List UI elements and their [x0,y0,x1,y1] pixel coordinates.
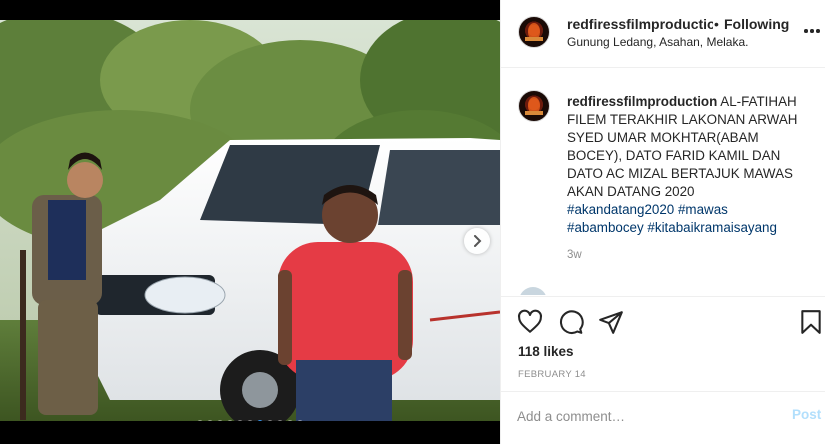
chevron-right-icon [474,235,482,247]
post-date: FEBRUARY 14 [518,369,586,380]
caption-body: AL-FATIHAH FILEM TERAKHIR LAKONAN ARWAH … [567,94,798,199]
location-link[interactable]: Gunung Ledang, Asahan, Melaka. [567,35,748,49]
post-details-panel: redfiressfilmproduction • Following Gunu… [500,0,825,444]
header-separator: • [714,16,719,32]
carousel-next-button[interactable] [464,228,490,254]
post-comment-button[interactable]: Post [792,407,821,422]
caption-timestamp[interactable]: 3w [567,249,582,261]
post-media [0,20,500,421]
hashtag-list: #akandatang2020 #mawas #abambocey #kitab… [567,202,777,235]
hashtag-link[interactable]: #kitabaikramaisayang [647,220,777,235]
like-count[interactable]: 118 likes [518,344,574,359]
post-photo [0,20,500,421]
more-options-icon[interactable] [803,22,821,40]
post-actions: 118 likes FEBRUARY 14 Post [501,296,825,444]
hashtag-link[interactable]: #akandatang2020 [567,202,674,217]
heart-icon[interactable] [517,309,543,335]
post-header: redfiressfilmproduction • Following Gunu… [501,0,825,68]
add-comment-form: Post [501,391,825,444]
hashtag-link[interactable]: #abambocey [567,220,644,235]
caption: redfiressfilmproduction AL-FATIHAH FILEM… [567,93,803,237]
avatar[interactable] [518,16,550,48]
comment-input[interactable] [517,406,757,426]
share-icon[interactable] [598,309,624,335]
bookmark-icon[interactable] [798,309,824,335]
list-item [519,287,799,295]
comments-section: redfiressfilmproduction AL-FATIHAH FILEM… [501,69,825,295]
header-username[interactable]: redfiressfilmproduction [567,16,713,32]
comment-icon[interactable] [558,309,584,335]
avatar[interactable] [519,287,547,295]
hashtag-link[interactable]: #mawas [678,202,728,217]
caption-username[interactable]: redfiressfilmproduction [567,94,717,109]
follow-button[interactable]: Following [724,16,789,32]
caption-avatar[interactable] [518,90,550,122]
